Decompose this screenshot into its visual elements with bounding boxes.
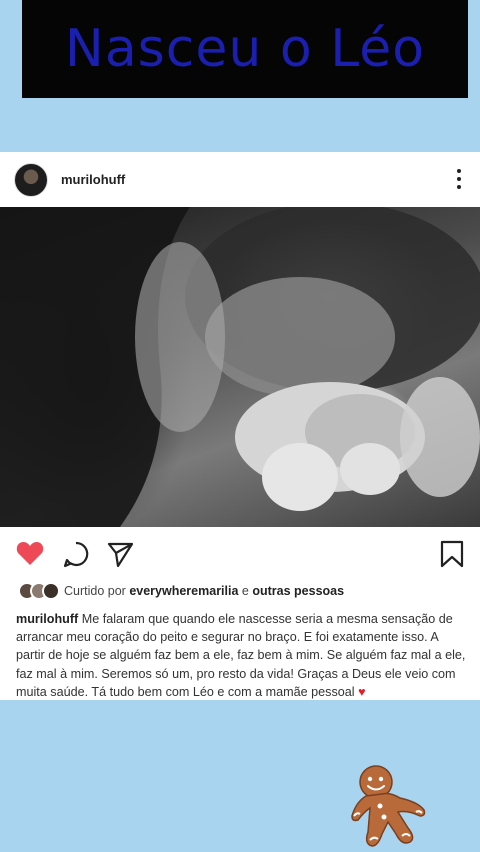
- more-options-icon[interactable]: [456, 169, 462, 189]
- caption-username[interactable]: murilohuff: [16, 612, 78, 626]
- send-icon[interactable]: [106, 540, 134, 568]
- bookmark-icon[interactable]: [440, 540, 464, 568]
- gingerbread-man-sticker: [351, 765, 426, 847]
- caption-text: Me falaram que quando ele nascesse seria…: [16, 612, 466, 699]
- instagram-post: murilohuff Curtido por everywheremarilia…: [0, 152, 480, 700]
- photo-shapes: [0, 207, 480, 527]
- liker-avatars: [18, 582, 60, 600]
- heart-emoji-icon: ♥: [358, 684, 366, 699]
- post-caption: murilohuff Me falaram que quando ele nas…: [16, 610, 468, 701]
- likes-joiner: e: [241, 584, 249, 598]
- post-photo[interactable]: [0, 207, 480, 527]
- avatar[interactable]: [14, 162, 48, 197]
- comment-icon[interactable]: [62, 540, 90, 568]
- banner-title: Nasceu o Léo: [64, 19, 426, 79]
- likes-others[interactable]: outras pessoas: [252, 584, 344, 598]
- likes-row[interactable]: Curtido por everywheremarilia e outras p…: [18, 582, 344, 600]
- post-actions: [0, 540, 480, 570]
- likes-prefix: Curtido por: [64, 584, 126, 598]
- post-header: murilohuff: [0, 152, 480, 207]
- likes-user[interactable]: everywheremarilia: [129, 584, 238, 598]
- heart-icon[interactable]: [16, 540, 44, 566]
- title-banner: Nasceu o Léo: [22, 0, 468, 98]
- post-username[interactable]: murilohuff: [61, 172, 125, 187]
